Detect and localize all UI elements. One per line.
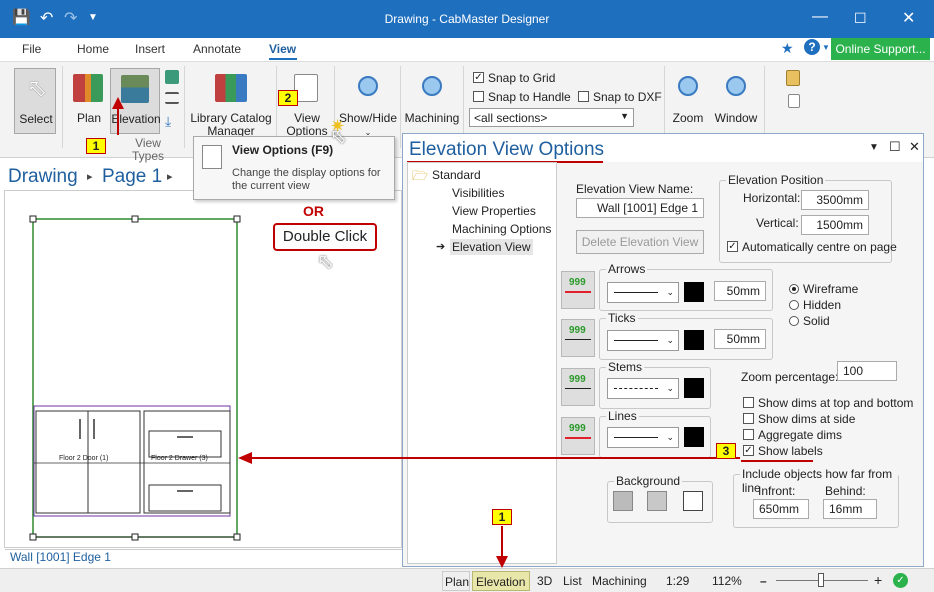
- status-scale: 1:29: [666, 574, 690, 588]
- zoom-out-icon[interactable]: –: [760, 574, 767, 588]
- zoom-in-icon[interactable]: +: [874, 572, 882, 588]
- step-marker-3: 3: [716, 443, 736, 459]
- annotation-arrowhead: [112, 97, 124, 109]
- zoom-slider-thumb[interactable]: [818, 573, 824, 587]
- status-machining-tab[interactable]: Machining: [592, 574, 647, 588]
- status-plan-label: Plan: [445, 575, 470, 589]
- status-elevation-tab[interactable]: Elevation: [472, 571, 530, 591]
- status-list-tab[interactable]: List: [563, 574, 582, 588]
- step-marker-1-status: 1: [492, 509, 512, 525]
- status-zoom: 112%: [712, 574, 742, 588]
- annotation-overlay: [112, 97, 740, 568]
- status-elevation-label: Elevation: [476, 575, 526, 589]
- step-marker-2: 2: [278, 90, 298, 106]
- status-3d-tab[interactable]: 3D: [537, 574, 552, 588]
- status-bar: Plan Elevation 3D List Machining 1:29 11…: [0, 568, 934, 592]
- status-ok-icon: ✓: [893, 573, 908, 588]
- annotation-arrowhead: [238, 452, 252, 464]
- step-marker-1: 1: [86, 138, 106, 154]
- status-plan-tab[interactable]: Plan: [442, 571, 470, 591]
- annotation-arrowhead: [496, 556, 508, 568]
